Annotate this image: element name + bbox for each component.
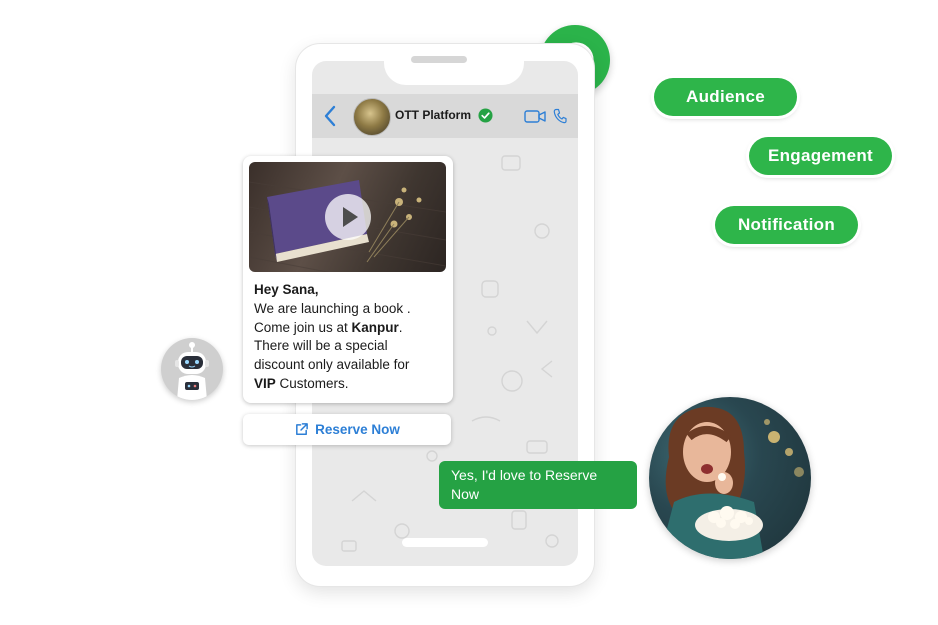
tag-audience: Audience — [654, 78, 797, 116]
external-link-icon — [296, 423, 308, 435]
message-line: There will be a special — [254, 338, 388, 354]
message-line: We are launching a book . — [254, 300, 411, 316]
play-icon[interactable] — [324, 193, 372, 241]
message-greeting: Hey Sana, — [254, 282, 319, 297]
reply-bubble: Yes, I'd love to Reserve Now — [439, 461, 637, 509]
home-indicator — [402, 538, 488, 547]
reserve-now-button[interactable]: Reserve Now — [243, 414, 451, 445]
phone-call-icon[interactable] — [553, 108, 567, 124]
tag-notification: Notification — [715, 206, 858, 244]
phone-speaker — [411, 56, 467, 63]
back-arrow-icon[interactable] — [322, 104, 338, 128]
message-line: VIP Customers. — [254, 375, 349, 391]
contact-name[interactable]: OTT Platform — [395, 108, 471, 122]
woman-eating-popcorn — [659, 406, 804, 559]
message-line: Come join us at Kanpur. — [254, 319, 403, 335]
verified-icon — [478, 108, 493, 123]
phone-notch — [384, 44, 524, 85]
robot-icon — [175, 342, 209, 400]
robot-avatar — [161, 338, 223, 400]
video-call-icon[interactable] — [524, 109, 546, 124]
tag-engagement: Engagement — [749, 137, 892, 175]
message-line: discount only available for — [254, 357, 410, 373]
contact-avatar[interactable] — [353, 98, 391, 136]
reserve-now-label: Reserve Now — [315, 422, 400, 437]
message-text: Hey Sana, We are launching a book . Come… — [254, 281, 450, 394]
customer-photo — [649, 397, 811, 559]
